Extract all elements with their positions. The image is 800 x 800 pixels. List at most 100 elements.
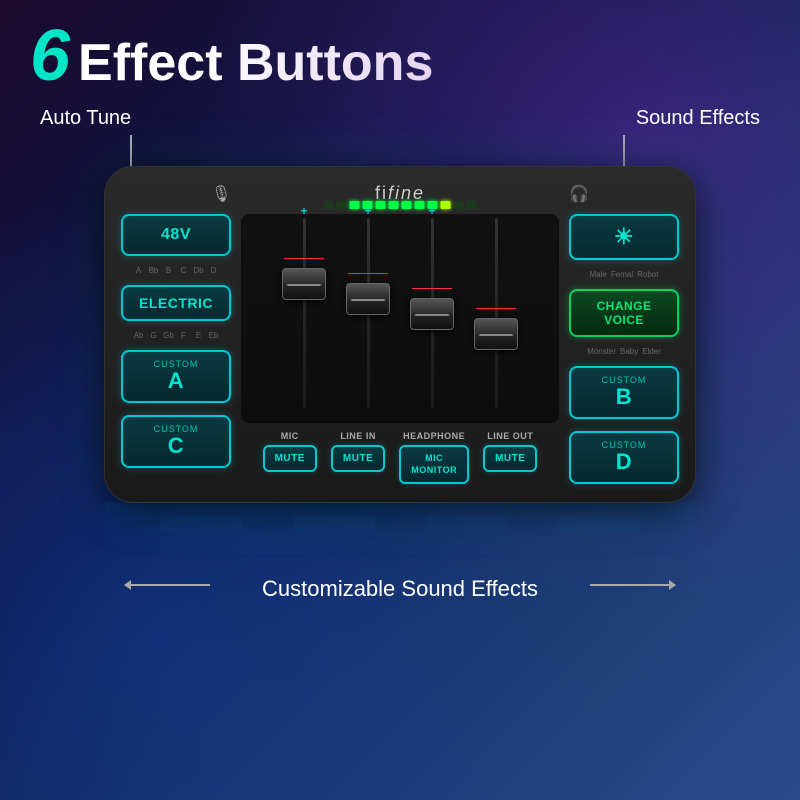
btn-electric[interactable]: ELECTRIC <box>121 285 231 321</box>
led-7 <box>402 201 412 209</box>
bottom-arrow-left <box>130 584 210 586</box>
fader-mic: + <box>278 218 330 419</box>
device-wrapper: 🎙 fifine <box>105 167 695 562</box>
voice-baby: Baby <box>620 347 638 356</box>
voice-monster: Monster <box>587 347 616 356</box>
label-auto-tune: Auto Tune <box>40 107 131 130</box>
faders-container: + + <box>241 214 559 423</box>
note-D: D <box>208 266 220 275</box>
led-10 <box>441 201 451 209</box>
note-Ab: Ab <box>133 331 145 340</box>
btn-sun[interactable]: ☀ <box>569 214 679 260</box>
reflection-btn-3 <box>426 515 506 533</box>
custom-a-label: CUSTOM <box>129 360 223 369</box>
mute-mic-button[interactable]: MUTE <box>263 445 317 472</box>
label-customizable: Customizable Sound Effects <box>262 576 538 601</box>
note-Eb: Eb <box>208 331 220 340</box>
led-1 <box>324 201 334 209</box>
mute-linein-button[interactable]: MUTE <box>331 445 385 472</box>
fader-mic-track <box>303 218 306 408</box>
fader-headphone-track <box>431 218 434 408</box>
led-8 <box>415 201 425 209</box>
custom-d-label: CUSTOM <box>577 441 671 450</box>
mute-channel-headphone: HEADPHONE MICMONITOR <box>399 431 469 484</box>
led-12 <box>467 201 477 209</box>
mute-channel-mic: MIC MUTE <box>263 431 317 472</box>
btn-custom-d[interactable]: CUSTOM D <box>569 431 679 484</box>
header-number: 6 <box>30 20 70 92</box>
custom-b-letter: B <box>577 385 671 409</box>
audio-interface-device: 🎙 fifine <box>105 167 695 502</box>
header: 6 Effect Buttons <box>0 0 800 97</box>
bottom-annotation: Customizable Sound Effects <box>0 562 800 606</box>
voice-labels-bottom: Monster Baby Elder <box>569 347 679 356</box>
device-main: 48V A Bb B C Db D ELECTRIC Ab G <box>121 214 679 484</box>
mic-monitor-button[interactable]: MICMONITOR <box>399 445 469 484</box>
led-11 <box>454 201 464 209</box>
fader-linein-red-line <box>348 273 388 274</box>
mute-lineout-button[interactable]: MUTE <box>483 445 537 472</box>
fader-mic-red-line <box>284 258 324 259</box>
fader-mic-plus: + <box>300 204 307 218</box>
note-G: G <box>148 331 160 340</box>
fader-lineout-knob[interactable] <box>474 318 518 350</box>
mute-linein-label: LINE IN <box>340 431 376 441</box>
right-panel: ☀ Male Femal Robot CHANGEVOICE Monster B… <box>569 214 679 484</box>
fader-headphone-red-line <box>412 288 452 289</box>
note-Db: Db <box>193 266 205 275</box>
left-panel: 48V A Bb B C Db D ELECTRIC Ab G <box>121 214 231 484</box>
note-Bb: Bb <box>148 266 160 275</box>
fader-mic-knob[interactable] <box>282 268 326 300</box>
voice-elder: Elder <box>642 347 661 356</box>
custom-c-letter: C <box>129 434 223 458</box>
fader-linein-track <box>367 218 370 408</box>
mute-mic-label: MIC <box>281 431 299 441</box>
note-A: A <box>133 266 145 275</box>
voice-femal: Femal <box>611 270 633 279</box>
note-labels-bottom: Ab G Gb F E Eb <box>121 331 231 340</box>
mute-channel-lineout: LINE OUT MUTE <box>483 431 537 472</box>
annotations-area: Auto Tune Sound Effects <box>0 97 800 157</box>
btn-custom-a[interactable]: CUSTOM A <box>121 350 231 403</box>
mute-section: MIC MUTE LINE IN MUTE HEADPHONE MICMONIT… <box>241 423 559 484</box>
note-E: E <box>193 331 205 340</box>
page-container: 6 Effect Buttons Auto Tune Sound Effects… <box>0 0 800 800</box>
fader-lineout-track <box>495 218 498 408</box>
led-3 <box>350 201 360 209</box>
fader-headphone: + <box>406 218 458 419</box>
device-top-bar: 🎙 fifine <box>121 183 679 204</box>
bottom-arrow-right <box>590 584 670 586</box>
reflection-btn-4 <box>559 515 639 533</box>
voice-labels-top: Male Femal Robot <box>569 270 679 279</box>
fader-linein-plus: + <box>364 204 371 218</box>
btn-48v[interactable]: 48V <box>121 214 231 256</box>
note-F: F <box>178 331 190 340</box>
center-panel: + + <box>241 214 559 484</box>
voice-robot: Robot <box>637 270 658 279</box>
fader-linein-knob[interactable] <box>346 283 390 315</box>
custom-a-letter: A <box>129 369 223 393</box>
device-reflection <box>105 502 695 562</box>
btn-custom-b[interactable]: CUSTOM B <box>569 366 679 419</box>
note-Gb: Gb <box>163 331 175 340</box>
fader-headphone-plus: + <box>428 204 435 218</box>
custom-b-label: CUSTOM <box>577 376 671 385</box>
header-text: Effect Buttons <box>78 37 433 89</box>
voice-male: Male <box>590 270 607 279</box>
note-labels-top: A Bb B C Db D <box>121 266 231 275</box>
reflection-btn-1 <box>161 515 241 533</box>
led-5 <box>376 201 386 209</box>
fader-headphone-knob[interactable] <box>410 298 454 330</box>
note-C: C <box>178 266 190 275</box>
led-meter <box>324 201 477 209</box>
btn-custom-c[interactable]: CUSTOM C <box>121 415 231 468</box>
custom-d-letter: D <box>577 450 671 474</box>
fader-line-out <box>470 218 522 419</box>
btn-change-voice[interactable]: CHANGEVOICE <box>569 289 679 337</box>
mute-channel-linein: LINE IN MUTE <box>331 431 385 472</box>
mic-icon: 🎙 <box>211 184 231 204</box>
led-2 <box>337 201 347 209</box>
custom-c-label: CUSTOM <box>129 425 223 434</box>
headphone-icon: 🎧 <box>569 184 589 204</box>
fader-line-in: + <box>342 218 394 419</box>
